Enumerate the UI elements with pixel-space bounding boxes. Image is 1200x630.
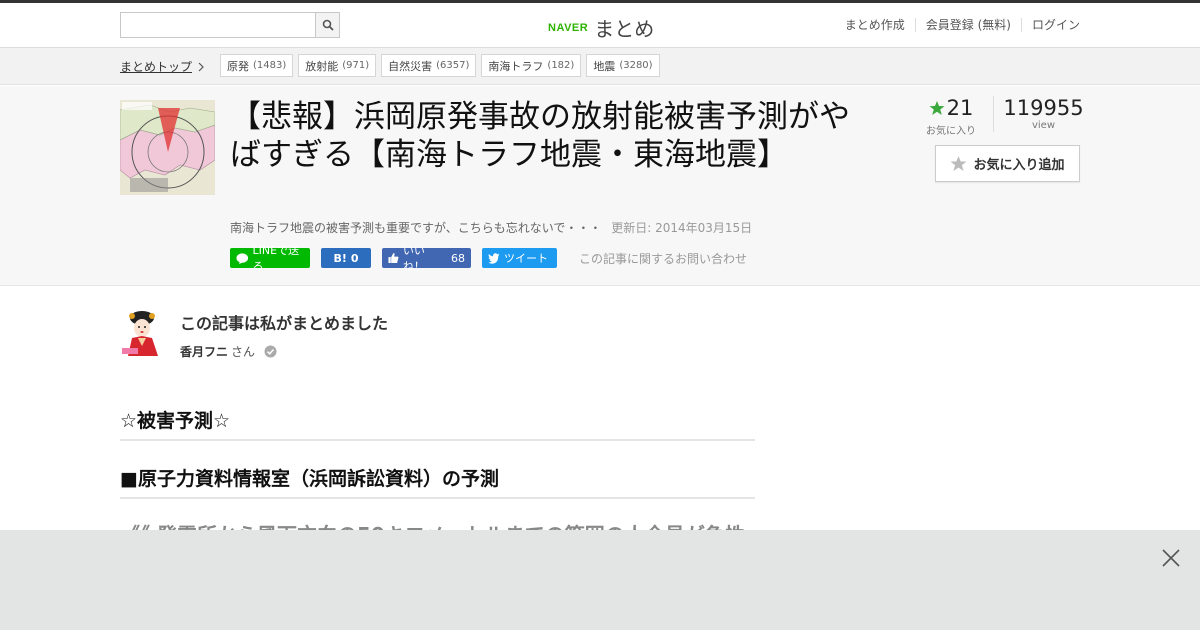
line-icon	[236, 252, 249, 264]
search-icon	[322, 19, 334, 31]
logo-text: まとめ	[594, 17, 655, 41]
search-box	[120, 12, 340, 38]
content-heading-cnic-forecast: ■原子力資料情報室（浜岡訴訟資料）の予測	[120, 464, 755, 499]
search-button[interactable]	[315, 12, 340, 38]
top-bar: NAVER まとめ まとめ作成 会員登録 (無料) ログイン	[0, 0, 1200, 48]
content-heading-damage-forecast: ☆被害予測☆	[120, 406, 755, 441]
tag-count: (1483)	[253, 60, 287, 71]
views-label: view	[1031, 120, 1056, 131]
article-contact-link[interactable]: この記事に関するお問い合わせ	[579, 250, 747, 267]
twitter-bird-icon	[488, 252, 500, 264]
tag-nankai-trough[interactable]: 南海トラフ (182)	[481, 54, 582, 77]
tag-jishin[interactable]: 地震 (3280)	[586, 54, 660, 77]
tag-count: (3280)	[619, 60, 653, 71]
hatena-count: 0	[350, 251, 359, 265]
author-name: 香月フニ	[180, 345, 229, 359]
map-thumbnail-image	[120, 100, 215, 195]
search-input[interactable]	[120, 12, 315, 38]
add-favorite-label: お気に入り追加	[973, 158, 1065, 173]
close-icon[interactable]	[1160, 547, 1182, 569]
thumbs-up-icon	[388, 252, 399, 264]
nav-create-matome[interactable]: まとめ作成	[835, 18, 915, 32]
favorites-count-block: 21 お気に入り	[926, 96, 976, 137]
tag-label: 地震	[593, 59, 616, 73]
social-share-bar: LINEで送る B! 0 いいね！ 68 ツイート この記事に関するお問い合わせ	[230, 244, 747, 273]
tag-count: (6357)	[436, 60, 470, 71]
twitter-tweet-button[interactable]: ツイート	[482, 248, 557, 268]
star-icon	[929, 101, 945, 115]
tag-label: 原発	[227, 59, 249, 73]
facebook-like-count: 68	[451, 251, 465, 265]
geisha-avatar-image	[120, 310, 164, 356]
article-description: 南海トラフ地震の被害予測も重要ですが、こちらも忘れないで・・・	[230, 221, 602, 235]
article-description-line: 南海トラフ地震の被害予測も重要ですが、こちらも忘れないで・・・ 更新日: 201…	[230, 219, 752, 236]
hatena-bookmark-button[interactable]: B! 0	[321, 248, 371, 268]
article-thumbnail[interactable]	[120, 100, 215, 195]
author-suffix: さん	[231, 345, 256, 359]
breadcrumb-home[interactable]: まとめトップ	[120, 58, 205, 75]
favorites-label: お気に入り	[926, 126, 976, 137]
article-updated-date: 更新日: 2014年03月15日	[611, 221, 753, 235]
tag-count: (182)	[547, 60, 575, 71]
breadcrumb-bar: まとめトップ 原発 (1483) 放射能 (971) 自然災害 (6357) 南海トラ…	[0, 48, 1200, 85]
chevron-right-icon	[198, 62, 204, 71]
tag-label: 南海トラフ	[488, 59, 544, 73]
twitter-tweet-label: ツイート	[504, 252, 548, 265]
tag-label: 放射能	[305, 59, 339, 73]
facebook-like-label: いいね！	[402, 244, 425, 273]
add-favorite-button[interactable]: お気に入り追加	[935, 145, 1080, 182]
views-count: 119955	[1003, 96, 1084, 120]
tag-shizen-saigai[interactable]: 自然災害 (6357)	[381, 54, 477, 77]
tag-list: 原発 (1483) 放射能 (971) 自然災害 (6357) 南海トラフ (182) …	[220, 54, 660, 77]
top-nav: まとめ作成 会員登録 (無料) ログイン	[835, 18, 1080, 32]
author-block: この記事は私がまとめました 香月フニ さん	[120, 310, 388, 360]
tag-houshanou[interactable]: 放射能 (971)	[298, 54, 377, 77]
breadcrumb-home-label: まとめトップ	[120, 60, 193, 74]
line-share-label: LINEで送る	[252, 244, 300, 273]
facebook-like-button[interactable]: いいね！ 68	[382, 244, 471, 273]
views-count-block: 119955 view	[993, 96, 1093, 132]
article-title: 【悲報】浜岡原発事故の放射能被害予測がやばすぎる【南海トラフ地震・東海地震】	[230, 99, 850, 173]
favorites-count: 21	[946, 96, 974, 120]
nav-register[interactable]: 会員登録 (無料)	[914, 18, 1021, 32]
line-share-button[interactable]: LINEで送る	[230, 244, 310, 273]
author-avatar[interactable]	[120, 310, 164, 356]
author-name-line[interactable]: 香月フニ さん	[180, 343, 388, 360]
site-logo[interactable]: NAVER まとめ	[548, 13, 654, 42]
tag-label: 自然災害	[388, 59, 433, 73]
tag-genpatsu[interactable]: 原発 (1483)	[220, 54, 294, 77]
verified-check-icon	[264, 345, 277, 358]
star-outline-icon	[951, 156, 967, 171]
hatena-icon: B!	[333, 251, 347, 265]
author-heading: この記事は私がまとめました	[180, 314, 389, 333]
bottom-ad-overlay	[0, 530, 1200, 630]
logo-brand: NAVER	[548, 21, 589, 34]
tag-count: (971)	[342, 60, 370, 71]
nav-login[interactable]: ログイン	[1020, 18, 1080, 32]
